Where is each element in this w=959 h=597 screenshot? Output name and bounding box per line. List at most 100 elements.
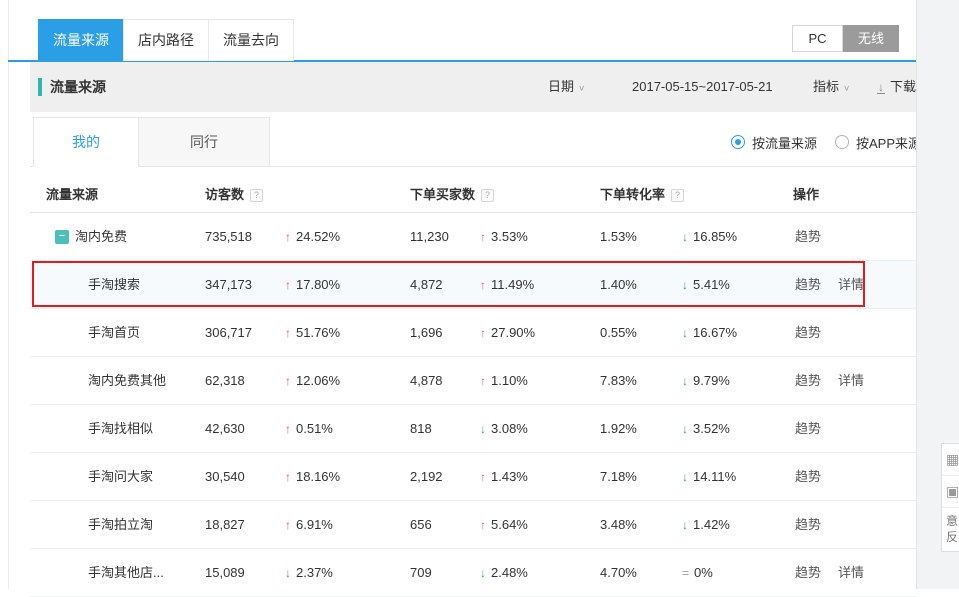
tab-traffic-source[interactable]: 流量来源: [38, 19, 124, 61]
feedback-box-icon[interactable]: ▣: [942, 476, 959, 508]
row-label: 手淘首页: [88, 309, 140, 357]
feedback-widget: ▦ ▣ 意 反: [941, 443, 959, 552]
conversion-value: 1.40%: [600, 261, 637, 309]
trend-link[interactable]: 趋势: [795, 517, 821, 532]
view-tab-bar: 我的 同行: [33, 117, 270, 167]
trend-arrow-icon: ↓: [682, 278, 688, 292]
row-label: 手淘拍立淘: [88, 501, 153, 549]
qr-code-icon[interactable]: ▦: [942, 444, 959, 476]
tab-mine[interactable]: 我的: [33, 117, 139, 167]
row-actions: 趋势: [795, 213, 838, 261]
trend-link[interactable]: 趋势: [795, 421, 821, 436]
trend-link[interactable]: 趋势: [795, 277, 821, 292]
date-range[interactable]: 2017-05-15~2017-05-21: [632, 62, 773, 112]
conversion-value: 7.18%: [600, 453, 637, 501]
chevron-down-icon: ∨: [578, 69, 585, 109]
row-actions: 趋势: [795, 453, 838, 501]
section-header: 流量来源 日期∨ 2017-05-15~2017-05-21 指标∨ ↓下载: [30, 62, 916, 112]
col-order-buyers: 下单买家数?: [410, 184, 494, 206]
visitors-delta: ↑0.51%: [285, 405, 333, 453]
conversion-value: 7.83%: [600, 357, 637, 405]
trend-arrow-icon: ↓: [480, 422, 486, 436]
trend-arrow-icon: ↑: [480, 278, 486, 292]
row-actions: 趋势: [795, 501, 838, 549]
trend-arrow-icon: ↑: [285, 230, 291, 244]
source-mode-radios: 按流量来源 按APP来源: [731, 117, 921, 167]
col-traffic-source: 流量来源: [46, 184, 98, 206]
buyers-value: 2,192: [410, 453, 443, 501]
conversion-delta: ↓9.79%: [682, 357, 730, 405]
row-actions: 趋势: [795, 309, 838, 357]
help-icon[interactable]: ?: [671, 189, 684, 202]
tab-peers[interactable]: 同行: [138, 117, 270, 167]
tab-instore-path[interactable]: 店内路径: [123, 19, 209, 61]
trend-link[interactable]: 趋势: [795, 373, 821, 388]
trend-link[interactable]: 趋势: [795, 229, 821, 244]
conversion-delta: =0%: [682, 549, 713, 597]
page-title: 流量来源: [50, 62, 106, 112]
buyers-delta: ↓3.08%: [480, 405, 528, 453]
conversion-value: 1.53%: [600, 213, 637, 261]
page-edge-divider: [8, 0, 9, 589]
conversion-value: 4.70%: [600, 549, 637, 597]
buyers-value: 709: [410, 549, 432, 597]
table-row: 手淘首页 306,717 ↑51.76% 1,696 ↑27.90% 0.55%…: [30, 309, 916, 357]
trend-link[interactable]: 趋势: [795, 325, 821, 340]
buyers-value: 4,872: [410, 261, 443, 309]
row-actions: 趋势 详情: [795, 261, 881, 309]
conversion-value: 0.55%: [600, 309, 637, 357]
metric-dropdown[interactable]: 指标∨: [813, 62, 850, 114]
row-label: 淘内免费: [75, 213, 127, 261]
tab-traffic-destination[interactable]: 流量去向: [208, 19, 294, 61]
trend-link[interactable]: 趋势: [795, 469, 821, 484]
toggle-pc[interactable]: PC: [792, 25, 843, 52]
conversion-delta: ↓5.41%: [682, 261, 730, 309]
visitors-delta: ↑24.52%: [285, 213, 340, 261]
trend-arrow-icon: ↓: [682, 374, 688, 388]
radio-by-app-source[interactable]: 按APP来源: [835, 133, 921, 152]
help-icon[interactable]: ?: [481, 189, 494, 202]
trend-arrow-icon: ↓: [682, 326, 688, 340]
table-row: 手淘找相似 42,630 ↑0.51% 818 ↓3.08% 1.92% ↓3.…: [30, 405, 916, 453]
device-toggle: PC 无线: [792, 25, 899, 52]
row-label: 手淘问大家: [88, 453, 153, 501]
buyers-delta: ↓2.48%: [480, 549, 528, 597]
date-dropdown[interactable]: 日期∨: [548, 62, 585, 114]
col-actions: 操作: [793, 184, 819, 206]
radio-by-traffic-source[interactable]: 按流量来源: [731, 133, 817, 152]
download-button[interactable]: ↓下载: [877, 62, 916, 112]
buyers-value: 11,230: [410, 213, 449, 261]
buyers-value: 818: [410, 405, 432, 453]
detail-link[interactable]: 详情: [838, 277, 864, 292]
detail-link[interactable]: 详情: [838, 565, 864, 580]
feedback-label[interactable]: 意 反: [942, 508, 959, 551]
conversion-delta: ↓14.11%: [682, 453, 736, 501]
trend-arrow-icon: ↓: [480, 566, 486, 580]
trend-arrow-icon: ↑: [285, 470, 291, 484]
visitors-delta: ↑12.06%: [285, 357, 340, 405]
table-row: 手淘问大家 30,540 ↑18.16% 2,192 ↑1.43% 7.18% …: [30, 453, 916, 501]
table-row: 手淘其他店... 15,089 ↓2.37% 709 ↓2.48% 4.70% …: [30, 549, 916, 597]
toggle-wireless[interactable]: 无线: [843, 25, 899, 52]
radio-icon: [835, 135, 849, 149]
detail-link[interactable]: 详情: [838, 373, 864, 388]
buyers-value: 4,878: [410, 357, 443, 405]
visitors-delta: ↑51.76%: [285, 309, 340, 357]
conversion-delta: ↓1.42%: [682, 501, 730, 549]
trend-arrow-icon: ↓: [682, 230, 688, 244]
highlight-box: [32, 261, 865, 307]
buyers-delta: ↑11.49%: [480, 261, 534, 309]
row-actions: 趋势 详情: [795, 549, 881, 597]
help-icon[interactable]: ?: [250, 189, 263, 202]
visitors-value: 347,173: [205, 261, 252, 309]
trend-arrow-icon: ↑: [285, 326, 291, 340]
trend-arrow-icon: ↑: [480, 518, 486, 532]
table-row: 淘内免费其他 62,318 ↑12.06% 4,878 ↑1.10% 7.83%…: [30, 357, 916, 405]
visitors-delta: ↑6.91%: [285, 501, 333, 549]
radio-icon: [731, 135, 745, 149]
primary-tab-bar: 流量来源 店内路径 流量去向: [38, 19, 294, 61]
row-actions: 趋势: [795, 405, 838, 453]
collapse-icon[interactable]: −: [55, 230, 69, 244]
table-row: 手淘拍立淘 18,827 ↑6.91% 656 ↑5.64% 3.48% ↓1.…: [30, 501, 916, 549]
trend-link[interactable]: 趋势: [795, 565, 821, 580]
